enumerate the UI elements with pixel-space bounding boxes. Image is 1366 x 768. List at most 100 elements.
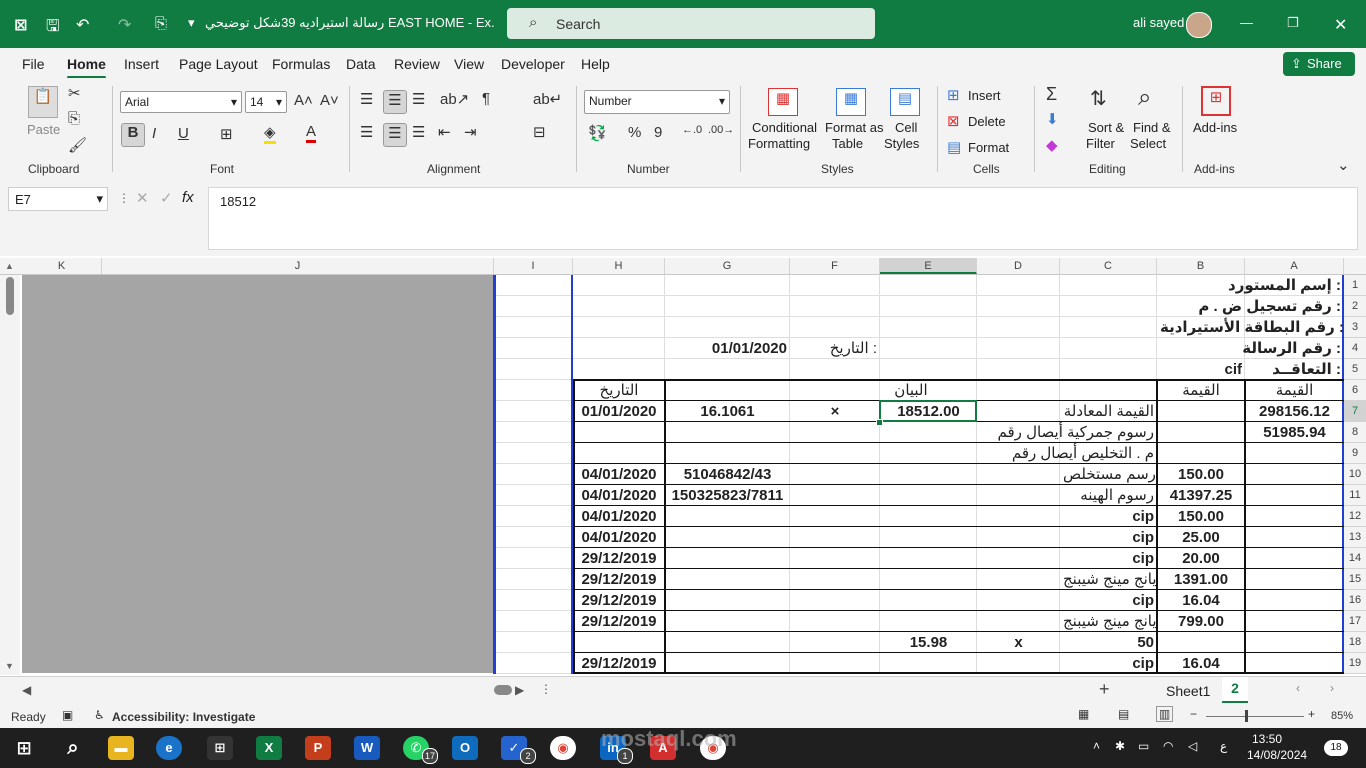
tab-view[interactable]: View <box>454 56 484 72</box>
language-indicator[interactable]: ع <box>1220 739 1227 753</box>
more-icon[interactable]: ⋮ <box>540 682 552 696</box>
autosum-icon[interactable]: Σ <box>1046 84 1057 105</box>
row-header[interactable]: 19 <box>1344 653 1366 674</box>
cancel-icon[interactable]: ✕ <box>136 189 149 207</box>
column-header[interactable]: H <box>573 258 665 274</box>
scroll-thumb[interactable] <box>6 277 14 315</box>
find-select-label-2[interactable]: Select <box>1130 136 1166 151</box>
delete-cells-button[interactable]: Delete <box>968 114 1006 129</box>
cell-a2[interactable]: رقم تسجيل ض . م : <box>1157 296 1344 317</box>
decrease-font-icon[interactable]: A˅ <box>320 92 339 109</box>
percent-icon[interactable]: % <box>628 124 641 141</box>
powerpoint-icon[interactable]: P <box>305 736 331 760</box>
cell-b5[interactable]: cif <box>1157 359 1245 380</box>
column-header[interactable]: G <box>665 258 790 274</box>
addins-icon[interactable]: ⊞ <box>1201 86 1231 116</box>
cell-a5[interactable]: التعاقــد : <box>1245 359 1344 380</box>
edge-icon[interactable]: e <box>156 736 182 760</box>
cell-c19[interactable]: cip <box>1060 653 1157 674</box>
cell-b15[interactable]: 1391.00 <box>1157 569 1245 590</box>
row-header[interactable]: 16 <box>1344 590 1366 611</box>
row-header[interactable]: 17 <box>1344 611 1366 632</box>
borders-icon[interactable]: ⊞ <box>220 125 233 143</box>
align-top-icon[interactable]: ☰ <box>360 90 373 108</box>
font-size-select[interactable]: 14 ▾ <box>245 91 287 113</box>
paste-label[interactable]: Paste <box>27 122 60 137</box>
row-header[interactable]: 7 <box>1344 401 1366 422</box>
insert-cells-icon[interactable]: ⊞ <box>947 86 960 104</box>
orientation-icon[interactable]: ab↗ <box>440 90 469 108</box>
align-right-icon[interactable]: ☰ <box>412 123 425 141</box>
restore-icon[interactable]: ❐ <box>1287 15 1299 31</box>
cell-c15[interactable]: يانج مينج شيبنج <box>1060 569 1157 590</box>
cell-c8[interactable]: رسوم جمركية أيصال رقم <box>977 422 1157 443</box>
tab-home[interactable]: Home <box>67 56 106 79</box>
accounting-icon[interactable]: 💱 <box>588 124 607 142</box>
increase-font-icon[interactable]: A˄ <box>294 92 313 109</box>
cell-h10[interactable]: 04/01/2020 <box>573 464 665 485</box>
zoom-level[interactable]: 85% <box>1331 710 1353 722</box>
cell-c9[interactable]: م . التخليص أيصال رقم <box>977 443 1157 464</box>
underline-button[interactable]: U <box>178 125 189 142</box>
copy-icon[interactable]: ⎘ <box>68 110 80 127</box>
file-explorer-icon[interactable]: ▬ <box>108 736 134 760</box>
column-header[interactable]: B <box>1157 258 1245 274</box>
cut-icon[interactable]: ✂ <box>68 84 81 102</box>
cell-g10[interactable]: 51046842/43 <box>665 464 790 485</box>
decrease-indent-icon[interactable]: ⇤ <box>438 123 451 141</box>
fill-handle[interactable] <box>876 419 883 426</box>
volume-icon[interactable]: ◁ <box>1188 739 1197 753</box>
cell-styles-label[interactable]: Cell <box>895 120 917 135</box>
sort-filter-label[interactable]: Sort & <box>1088 120 1124 135</box>
tab-file[interactable]: File <box>22 56 45 72</box>
cell-h15[interactable]: 29/12/2019 <box>573 569 665 590</box>
column-header[interactable]: I <box>494 258 573 274</box>
row-header[interactable]: 4 <box>1344 338 1366 359</box>
quick-access-icon[interactable]: ⎘ <box>155 15 167 32</box>
row-header[interactable]: 2 <box>1344 296 1366 317</box>
format-cells-icon[interactable]: ▤ <box>947 138 961 156</box>
save-icon[interactable]: 🖫 <box>46 15 60 42</box>
collapse-ribbon-icon[interactable]: ⌄ <box>1337 156 1350 174</box>
scroll-down-icon[interactable]: ▼ <box>5 661 14 671</box>
outlook-icon[interactable]: O <box>452 736 478 760</box>
row-header[interactable]: 3 <box>1344 317 1366 338</box>
column-header[interactable]: D <box>977 258 1060 274</box>
conditional-formatting-label[interactable]: Conditional <box>752 120 817 135</box>
prev-sheet-icon[interactable]: ‹ <box>1296 681 1300 695</box>
cell-a8[interactable]: 51985.94 <box>1245 422 1344 443</box>
format-table-label[interactable]: Format as <box>825 120 884 135</box>
page-layout-icon[interactable]: ▤ <box>1118 707 1129 721</box>
format-painter-icon[interactable]: 🖌 <box>68 136 87 154</box>
accessibility-icon[interactable]: ♿ <box>94 708 105 722</box>
bluetooth-icon[interactable]: ✱ <box>1115 739 1125 753</box>
cell-e18[interactable]: 15.98 <box>880 632 977 653</box>
accessibility-status[interactable]: Accessibility: Investigate <box>112 710 255 724</box>
cell-h6[interactable]: التاريخ <box>573 380 665 401</box>
scroll-left-icon[interactable]: ◀ <box>22 683 31 697</box>
decrease-decimal-icon[interactable]: .00→ <box>708 124 734 136</box>
clock-time[interactable]: 13:50 <box>1252 732 1282 746</box>
align-center-icon[interactable]: ☰ <box>383 123 407 147</box>
format-table-label-2[interactable]: Table <box>832 136 863 151</box>
row-header[interactable]: 15 <box>1344 569 1366 590</box>
bold-button[interactable]: B <box>121 123 145 147</box>
hscroll-thumb[interactable] <box>494 685 512 695</box>
addins-button[interactable]: Add-ins <box>1193 120 1237 135</box>
row-header[interactable]: 9 <box>1344 443 1366 464</box>
clock-date[interactable]: 14/08/2024 <box>1247 748 1307 762</box>
search-box[interactable]: ⌕ Search <box>507 8 875 39</box>
comma-icon[interactable]: 9 <box>654 124 662 141</box>
zoom-thumb[interactable] <box>1245 710 1248 722</box>
zoom-in-icon[interactable]: + <box>1308 707 1315 721</box>
excel-app-icon[interactable]: X <box>256 736 282 760</box>
tab-insert[interactable]: Insert <box>124 56 159 72</box>
cell-c14[interactable]: cip <box>1060 548 1157 569</box>
row-header[interactable]: 12 <box>1344 506 1366 527</box>
fill-icon[interactable]: ⬇ <box>1046 110 1059 128</box>
row-header[interactable]: 6 <box>1344 380 1366 401</box>
redo-icon[interactable]: ↷ <box>118 15 131 35</box>
cell-b19[interactable]: 16.04 <box>1157 653 1245 674</box>
cell-f7[interactable]: × <box>790 401 880 422</box>
search-icon[interactable]: ⌕ <box>60 736 86 760</box>
